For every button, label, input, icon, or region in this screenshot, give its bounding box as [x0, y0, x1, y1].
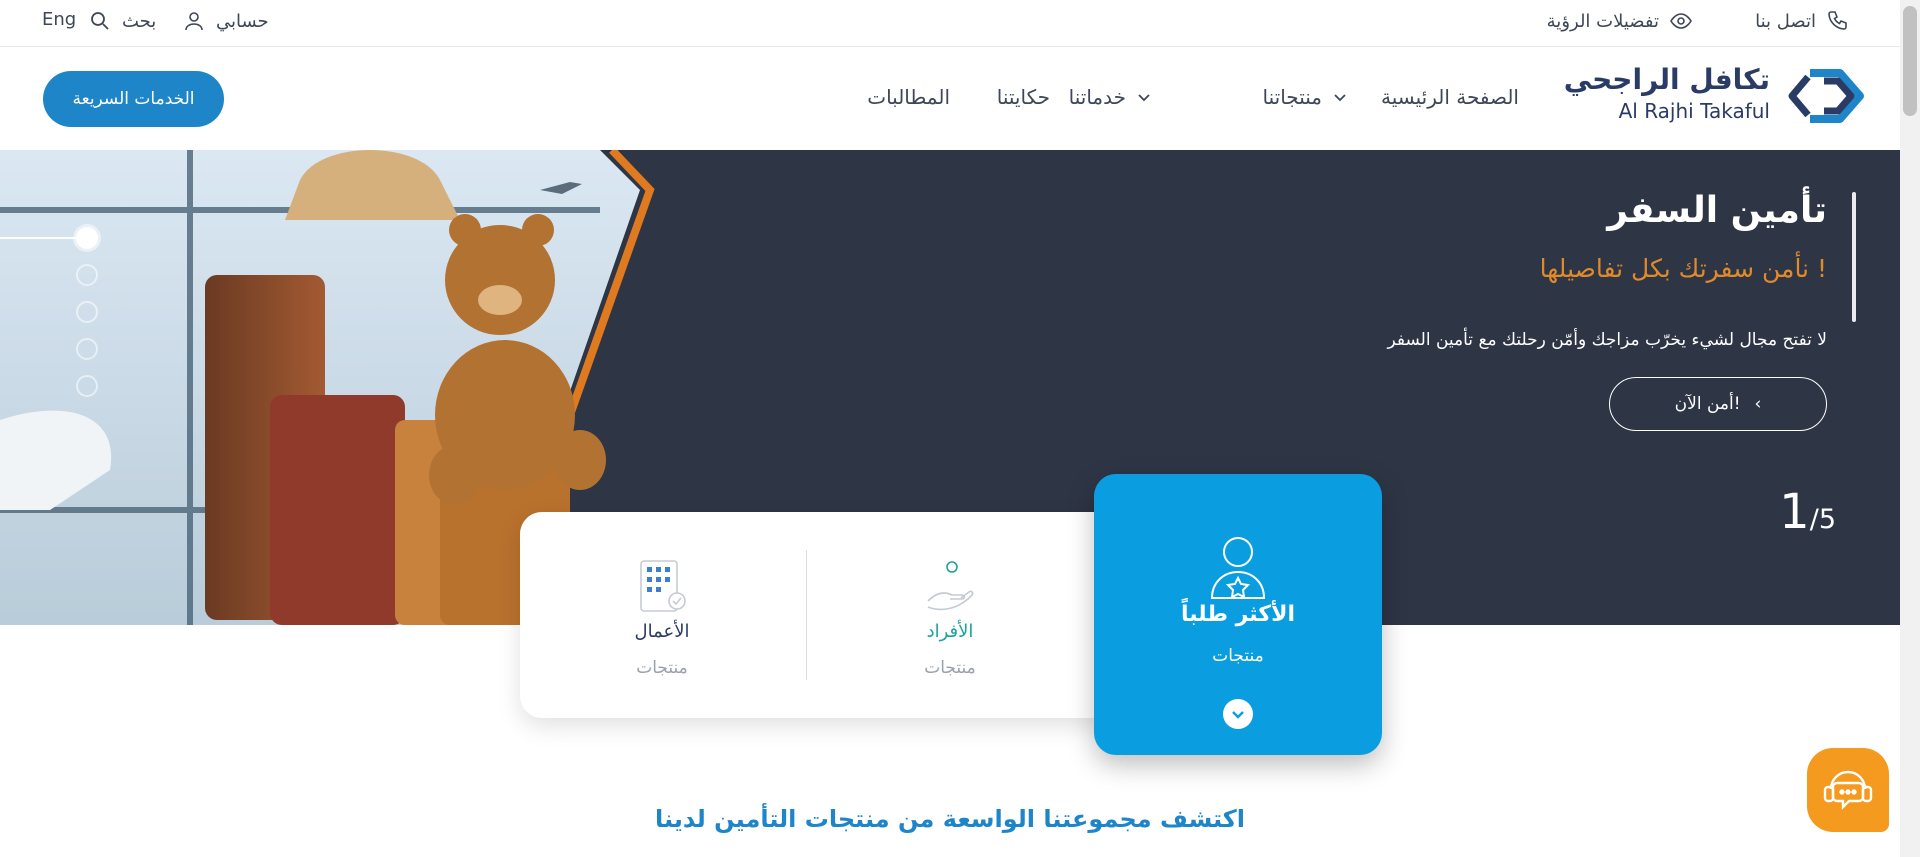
search-label: بحث — [122, 10, 157, 32]
individuals-sub: منتجات — [924, 658, 976, 678]
nav-products-label: منتجاتنا — [1262, 85, 1322, 109]
scrollbar-thumb[interactable] — [1903, 6, 1917, 116]
search-icon — [91, 12, 109, 30]
account-link[interactable]: حسابي — [182, 9, 269, 33]
nav-services[interactable]: خدماتنا — [1069, 85, 1152, 109]
hero-accent-bar — [1852, 192, 1856, 322]
hero-title: تأمين السفر — [1607, 190, 1827, 231]
page-scrollbar[interactable] — [1900, 0, 1920, 857]
slider-dot[interactable] — [76, 338, 98, 360]
support-chat-icon — [1823, 770, 1873, 810]
slider-dot[interactable] — [76, 375, 98, 397]
brand-logo[interactable]: تكافل الراجحي Al Rajhi Takaful — [1564, 63, 1864, 127]
main-nav: تكافل الراجحي Al Rajhi Takaful الصفحة ال… — [0, 47, 1900, 153]
slider-dot[interactable] — [76, 301, 98, 323]
featured-sub: منتجات — [1212, 646, 1264, 666]
nav-stories-label: حكايتنا — [996, 85, 1050, 109]
slide-counter-current: 1 — [1779, 484, 1810, 540]
card-divider — [806, 550, 807, 680]
nav-services-label: خدماتنا — [1068, 85, 1126, 109]
language-switch[interactable]: Eng — [42, 9, 76, 30]
insure-now-label: أمن الآن! — [1674, 394, 1741, 414]
hand-person-icon — [927, 561, 974, 611]
utility-bar: اتصل بنا تفضيلات الرؤية حسابي بحث Eng — [0, 0, 1900, 47]
accessibility-link[interactable]: تفضيلات الرؤية — [1547, 9, 1693, 33]
chevron-down-icon[interactable] — [1223, 699, 1253, 729]
slide-counter: 1/5 — [1779, 484, 1836, 540]
language-label: Eng — [42, 9, 77, 30]
nav-home-label: الصفحة الرئيسية — [1381, 85, 1519, 109]
hero-subtitle: نأمن سفرتك بكل تفاصيلها ! — [1539, 254, 1827, 283]
product-categories-panel — [520, 512, 1115, 718]
contact-link[interactable]: اتصل بنا — [1755, 9, 1850, 33]
brand-name-en: Al Rajhi Takaful — [1618, 99, 1770, 123]
slide-counter-total: /5 — [1809, 504, 1836, 535]
phone-icon — [1828, 11, 1847, 30]
accessibility-label: تفضيلات الرؤية — [1546, 10, 1659, 32]
support-chat-button[interactable] — [1807, 748, 1889, 832]
slider-dot[interactable] — [76, 227, 98, 249]
brand-name-ar: تكافل الراجحي — [1563, 63, 1770, 96]
chevron-left-icon: ‹ — [1754, 394, 1762, 414]
business-title[interactable]: الأعمال — [635, 621, 690, 642]
logo-mark-icon — [1788, 69, 1864, 123]
nav-home[interactable]: الصفحة الرئيسية — [1381, 85, 1519, 109]
featured-products-card[interactable]: الأكثر طلباً منتجات — [1094, 474, 1382, 755]
search-link[interactable]: بحث — [88, 9, 156, 33]
individuals-card[interactable] — [920, 555, 980, 615]
user-icon — [185, 12, 203, 31]
nav-stories[interactable]: حكايتنا — [997, 85, 1050, 109]
account-label: حسابي — [216, 10, 269, 32]
slider-progress-line — [0, 237, 76, 239]
nav-claims-label: المطالبات — [867, 85, 950, 109]
featured-title: الأكثر طلباً — [1181, 602, 1295, 627]
business-card[interactable] — [633, 555, 689, 615]
chevron-down-icon — [1138, 94, 1150, 102]
discover-heading: اكتشف مجموعتنا الواسعة من منتجات التأمين… — [655, 805, 1245, 833]
individuals-title[interactable]: الأفراد — [927, 621, 974, 642]
business-sub: منتجات — [636, 658, 688, 678]
building-icon — [640, 560, 686, 612]
insure-now-button[interactable]: أمن الآن! ‹ — [1609, 377, 1827, 431]
slider-dot[interactable] — [76, 264, 98, 286]
nav-products[interactable]: منتجاتنا — [1263, 85, 1348, 109]
user-star-icon — [1210, 537, 1266, 599]
hero-description: لا تفتح مجال لشيء يخرّب مزاجك وأمّن رحلت… — [1387, 330, 1828, 350]
chevron-down-icon — [1334, 94, 1346, 102]
quick-services-button[interactable]: الخدمات السريعة — [43, 71, 224, 127]
eye-icon — [1670, 13, 1692, 29]
contact-label: اتصل بنا — [1755, 10, 1816, 32]
nav-claims[interactable]: المطالبات — [867, 85, 950, 109]
